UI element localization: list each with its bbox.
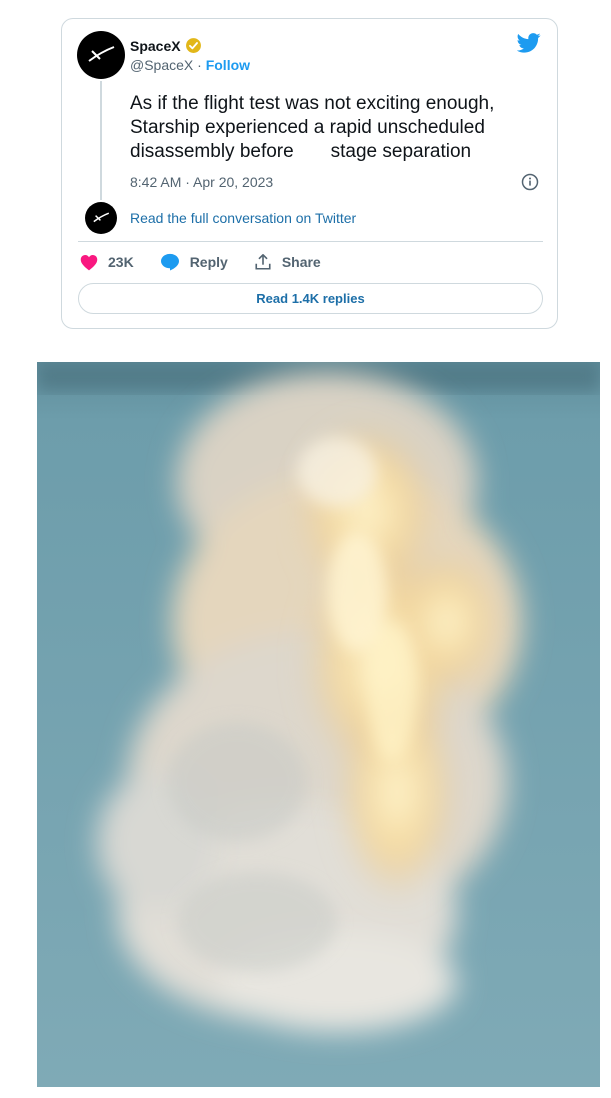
handle[interactable]: @SpaceX: [130, 57, 193, 73]
read-conversation-link[interactable]: Read the full conversation on Twitter: [130, 210, 356, 226]
explosion-photo: [37, 362, 600, 1087]
embedded-tweet-card: SpaceX @SpaceX · Follow As if the flight…: [61, 18, 558, 329]
reply-label: Reply: [189, 254, 228, 270]
divider: [78, 241, 543, 242]
info-icon[interactable]: [521, 173, 539, 191]
read-replies-button[interactable]: Read 1.4K replies: [78, 283, 543, 314]
verified-badge-icon: [185, 38, 201, 53]
page: SpaceX @SpaceX · Follow As if the flight…: [0, 0, 611, 1098]
handle-separator: ·: [197, 57, 202, 73]
author-block: SpaceX @SpaceX · Follow: [130, 37, 250, 74]
timestamp[interactable]: 8:42 AM · Apr 20, 2023: [130, 174, 273, 190]
display-name[interactable]: SpaceX: [130, 38, 181, 54]
likes-count: 23K: [108, 254, 134, 270]
share-label: Share: [281, 254, 321, 270]
follow-link[interactable]: Follow: [206, 57, 250, 73]
avatar[interactable]: [77, 31, 125, 79]
twitter-bird-icon[interactable]: [517, 33, 541, 53]
reply-button[interactable]: Reply: [160, 253, 228, 271]
action-bar: 23K Reply Share: [80, 253, 347, 271]
tweet-text: As if the flight test was not exciting e…: [130, 93, 500, 162]
heart-icon: [80, 254, 98, 270]
reply-bubble-icon: [160, 253, 179, 271]
spacex-logo-icon: [93, 212, 110, 223]
small-avatar[interactable]: [85, 202, 117, 234]
share-icon: [255, 253, 271, 270]
like-button[interactable]: 23K: [80, 254, 134, 271]
spacex-logo-icon: [88, 46, 115, 62]
thread-line: [100, 81, 102, 200]
share-button[interactable]: Share: [254, 253, 321, 271]
